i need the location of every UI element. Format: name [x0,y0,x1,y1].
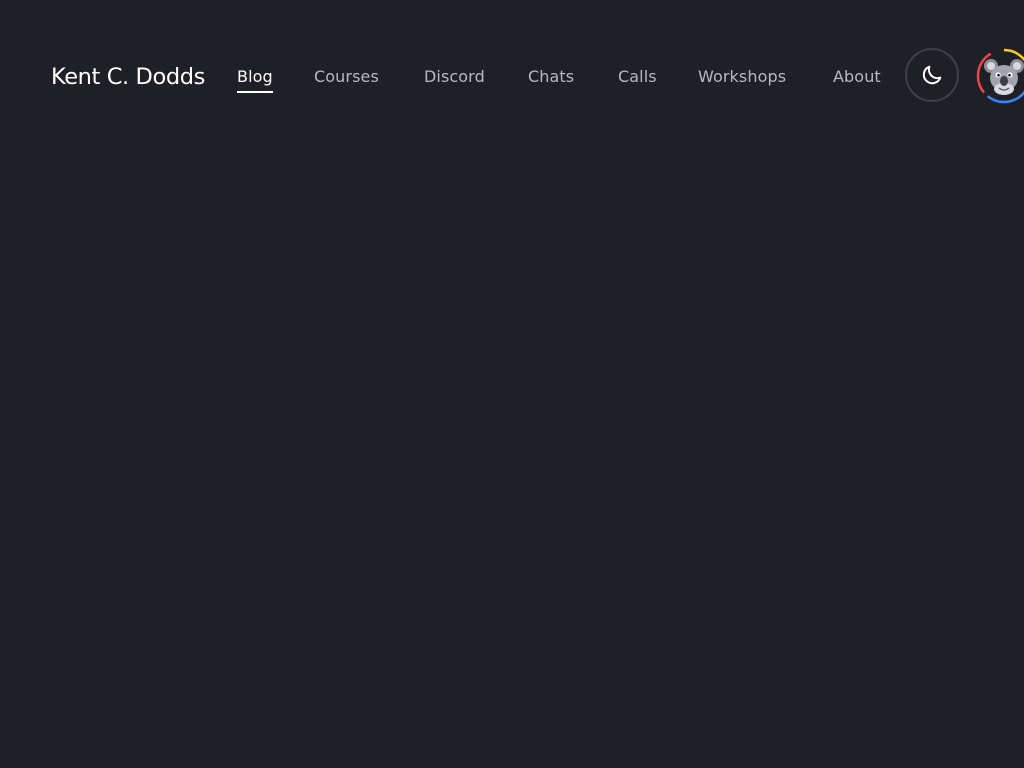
koala-avatar-icon [983,55,1024,97]
nav-link-blog[interactable]: Blog [237,66,273,93]
nav-link-courses[interactable]: Courses [314,66,379,88]
nav-link-workshops[interactable]: Workshops [698,66,786,88]
moon-icon [922,65,942,85]
site-header: Kent C. Dodds Blog Courses Discord Chats… [0,0,1024,154]
nav-link-about[interactable]: About [833,66,881,88]
avatar [976,48,1024,104]
nav-link-chats[interactable]: Chats [528,66,574,88]
nav-link-discord[interactable]: Discord [424,66,485,88]
page: Kent C. Dodds Blog Courses Discord Chats… [0,0,1024,768]
brand-home-link[interactable]: Kent C. Dodds [51,62,205,92]
user-avatar-button[interactable] [976,48,1024,104]
theme-toggle-button[interactable] [905,48,959,102]
nav-link-calls[interactable]: Calls [618,66,657,88]
